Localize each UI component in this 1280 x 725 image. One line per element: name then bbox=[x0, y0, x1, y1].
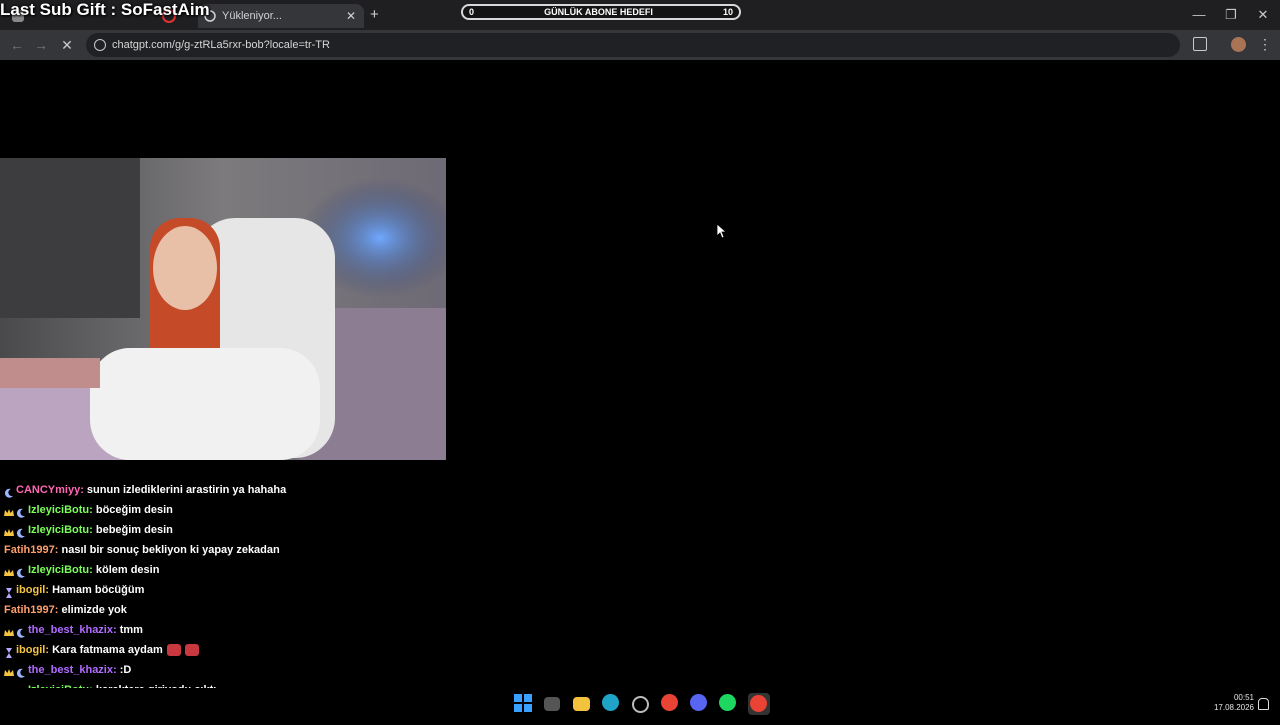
chrome-icon[interactable] bbox=[661, 694, 678, 711]
crown-badge-icon bbox=[4, 525, 14, 536]
mouse-cursor-icon bbox=[717, 224, 727, 239]
chat-message: the_best_khazix: tmm bbox=[4, 620, 454, 640]
chat-separator: : bbox=[89, 564, 96, 576]
chat-text: :D bbox=[119, 664, 132, 676]
chat-separator: : bbox=[80, 484, 87, 496]
subscriber-goal-bar: 0 GÜNLÜK ABONE HEDEFI 10 bbox=[461, 4, 741, 20]
edge-icon[interactable] bbox=[602, 694, 619, 711]
chat-username[interactable]: CANCYmiyy bbox=[16, 480, 80, 500]
close-window-button[interactable]: ✕ bbox=[1254, 6, 1272, 24]
chat-separator: : bbox=[45, 584, 53, 596]
chat-overlay: CANCYmiyy: sunun izlediklerini arastirin… bbox=[4, 480, 454, 720]
address-bar[interactable]: chatgpt.com/g/g-ztRLa5rxr-bob?locale=tr-… bbox=[86, 33, 1180, 57]
chrome-icon-active[interactable] bbox=[748, 693, 770, 715]
chat-message: Fatih1997: elimizde yok bbox=[4, 600, 454, 620]
chat-text: kölem desin bbox=[95, 564, 160, 576]
chat-username[interactable]: Fatih1997 bbox=[4, 600, 55, 620]
chat-separator: : bbox=[112, 664, 120, 676]
emote-icon bbox=[184, 644, 199, 656]
chat-message: IzleyiciBotu: kölem desin bbox=[4, 560, 454, 580]
chat-text: tmm bbox=[119, 624, 143, 636]
chat-username[interactable]: ibogil bbox=[16, 580, 45, 600]
chat-message: Fatih1997: nasıl bir sonuç bekliyon ki y… bbox=[4, 540, 454, 560]
chat-text: Kara fatmama aydam bbox=[52, 644, 163, 656]
bolt-badge-icon bbox=[4, 585, 14, 598]
chat-username[interactable]: Fatih1997 bbox=[4, 540, 55, 560]
chat-text: sunun izlediklerini arastirin ya hahaha bbox=[86, 484, 287, 496]
bolt-badge-icon bbox=[4, 645, 14, 658]
profile-avatar[interactable] bbox=[1231, 37, 1246, 52]
app-icon[interactable] bbox=[632, 696, 649, 713]
site-info-icon[interactable] bbox=[94, 39, 106, 51]
chat-username[interactable]: the_best_khazix bbox=[28, 660, 113, 680]
chat-text: elimizde yok bbox=[61, 604, 127, 616]
chat-separator: : bbox=[54, 544, 62, 556]
back-button[interactable]: ← bbox=[8, 36, 26, 54]
moon-badge-icon bbox=[16, 525, 26, 538]
moon-badge-icon bbox=[16, 505, 26, 518]
chat-separator: : bbox=[45, 644, 53, 656]
clock-time: 00:51 bbox=[1233, 693, 1254, 702]
goal-label: GÜNLÜK ABONE HEDEFI bbox=[544, 7, 653, 17]
url-text[interactable]: chatgpt.com/g/g-ztRLa5rxr-bob?locale=tr-… bbox=[112, 39, 330, 51]
file-explorer-icon[interactable] bbox=[573, 697, 590, 711]
clock-date: 17.08.2026 bbox=[1213, 703, 1254, 712]
start-menu-icon[interactable] bbox=[514, 694, 534, 714]
chat-username[interactable]: IzleyiciBotu bbox=[28, 520, 89, 540]
chat-separator: : bbox=[89, 504, 96, 516]
chat-username[interactable]: ibogil bbox=[16, 640, 45, 660]
chat-message: ibogil: Kara fatmama aydam bbox=[4, 640, 454, 660]
chat-separator: : bbox=[89, 524, 96, 536]
goal-end-value: 10 bbox=[722, 7, 733, 17]
chat-message: ibogil: Hamam böcüğüm bbox=[4, 580, 454, 600]
chat-text: Hamam böcüğüm bbox=[52, 584, 145, 596]
tab-title: Yükleniyor... bbox=[222, 10, 282, 22]
chat-message: CANCYmiyy: sunun izlediklerini arastirin… bbox=[4, 480, 454, 500]
notification-bell-icon[interactable] bbox=[1258, 698, 1269, 710]
stop-loading-button[interactable]: ✕ bbox=[58, 36, 76, 54]
task-view-icon[interactable] bbox=[544, 697, 560, 711]
moon-badge-icon bbox=[16, 665, 26, 678]
chat-username[interactable]: the_best_khazix bbox=[28, 620, 113, 640]
chat-username[interactable]: IzleyiciBotu bbox=[28, 500, 89, 520]
last-sub-gift-overlay: Last Sub Gift : SoFastAim bbox=[0, 0, 210, 19]
tab-close-icon[interactable]: ✕ bbox=[346, 9, 356, 23]
new-tab-button[interactable]: + bbox=[370, 6, 379, 23]
chat-username[interactable]: IzleyiciBotu bbox=[28, 560, 89, 580]
minimize-button[interactable]: — bbox=[1190, 6, 1208, 24]
chat-message: IzleyiciBotu: bebeğim desin bbox=[4, 520, 454, 540]
moon-badge-icon bbox=[16, 565, 26, 578]
crown-badge-icon bbox=[4, 665, 14, 676]
chat-separator: : bbox=[54, 604, 62, 616]
webcam-feed bbox=[0, 158, 446, 460]
chat-message: the_best_khazix: :D bbox=[4, 660, 454, 680]
discord-icon[interactable] bbox=[690, 694, 707, 711]
crown-badge-icon bbox=[4, 565, 14, 576]
emote-icon bbox=[166, 644, 181, 656]
chat-text: nasıl bir sonuç bekliyon ki yapay zekada… bbox=[61, 544, 280, 556]
maximize-button[interactable]: ❐ bbox=[1222, 6, 1240, 24]
forward-button[interactable]: → bbox=[32, 36, 50, 54]
crown-badge-icon bbox=[4, 625, 14, 636]
browser-tab-active[interactable]: Yükleniyor... ✕ bbox=[198, 4, 364, 28]
browser-menu-icon[interactable]: ⋮ bbox=[1258, 36, 1272, 52]
chat-text: böceğim desin bbox=[95, 504, 173, 516]
chat-text: bebeğim desin bbox=[95, 524, 173, 536]
moon-badge-icon bbox=[4, 485, 14, 498]
system-clock[interactable]: 00:51 17.08.2026 bbox=[1214, 693, 1254, 713]
chat-message: IzleyiciBotu: böceğim desin bbox=[4, 500, 454, 520]
moon-badge-icon bbox=[16, 625, 26, 638]
crown-badge-icon bbox=[4, 505, 14, 516]
extensions-icon[interactable] bbox=[1193, 37, 1207, 51]
spotify-icon[interactable] bbox=[719, 694, 736, 711]
chat-separator: : bbox=[112, 624, 120, 636]
